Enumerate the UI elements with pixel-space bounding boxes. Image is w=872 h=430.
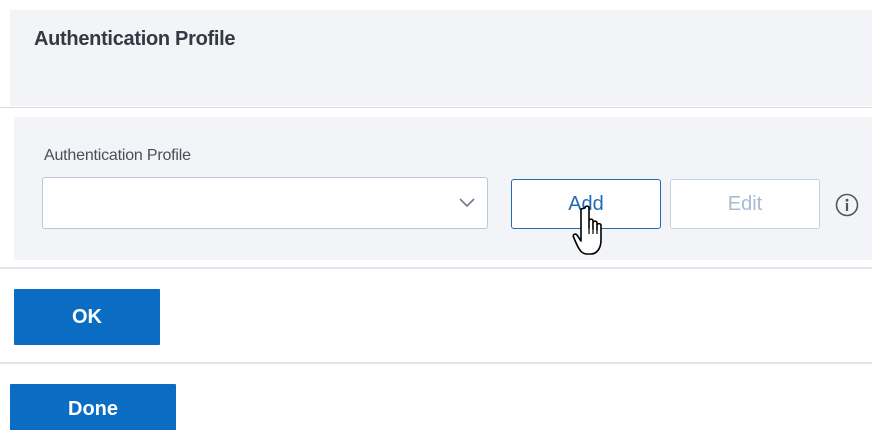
divider bbox=[0, 362, 872, 364]
section-header bbox=[10, 10, 872, 106]
edit-button[interactable]: Edit bbox=[670, 179, 820, 229]
hand-pointer-cursor-icon bbox=[572, 205, 602, 255]
authentication-profile-select[interactable] bbox=[42, 177, 488, 229]
section-title: Authentication Profile bbox=[34, 28, 236, 50]
info-icon[interactable] bbox=[834, 192, 860, 218]
done-button[interactable]: Done bbox=[10, 384, 176, 430]
page: Authentication Profile Authentication Pr… bbox=[0, 0, 872, 430]
authentication-profile-label: Authentication Profile bbox=[44, 147, 191, 164]
chevron-down-icon bbox=[459, 198, 475, 208]
divider bbox=[0, 267, 872, 269]
divider bbox=[0, 107, 872, 108]
ok-button[interactable]: OK bbox=[14, 289, 160, 345]
